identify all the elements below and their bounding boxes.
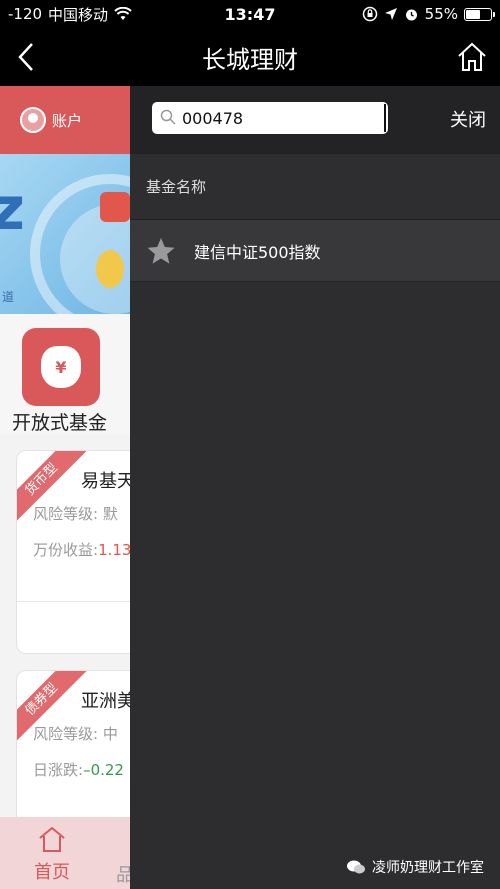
battery-fill	[466, 9, 481, 19]
balloon-icon	[96, 250, 124, 288]
results-header: 基金名称	[130, 154, 500, 220]
account-label: 账户	[52, 111, 83, 130]
page-title: 长城理财	[202, 46, 298, 74]
banner-text: 道	[2, 290, 15, 304]
location-icon	[384, 8, 397, 20]
fund-card-risk: 风险等级: 中	[33, 725, 118, 743]
search-input[interactable]	[182, 108, 380, 128]
home-tab-icon	[39, 826, 65, 852]
wifi-icon	[114, 7, 132, 20]
income-value: 1.13	[98, 541, 130, 559]
watermark: 凌师奶理财工作室	[346, 857, 484, 877]
fund-icon-tile: ¥	[22, 328, 100, 406]
rotation-lock-icon	[362, 6, 377, 22]
avatar-icon	[20, 107, 46, 133]
fund-name: 建信中证500指数	[194, 242, 321, 262]
status-bar: -120 中国移动 13:47 55%	[0, 0, 500, 28]
search-box[interactable]	[152, 102, 388, 134]
search-panel: 关闭 基金名称 建信中证500指数 凌师奶理财工作室	[130, 86, 500, 889]
fund-card-risk: 风险等级: 默	[33, 505, 118, 523]
watermark-text: 凌师奶理财工作室	[372, 860, 484, 876]
nav-bar: 长城理财	[0, 28, 500, 86]
signal-strength: -120	[8, 5, 43, 23]
tab-home[interactable]: 首页	[22, 825, 82, 884]
carrier-name: 中国移动	[48, 5, 109, 24]
fund-card-money[interactable]: 货币型 易基天 风险等级: 默 万份收益:1.13	[16, 450, 130, 654]
income-label: 日涨跌:	[33, 761, 84, 779]
close-button[interactable]: 关闭	[450, 106, 486, 132]
fund-card-income: 日涨跌:–0.22	[33, 759, 124, 780]
search-icon	[160, 109, 176, 125]
tab-products[interactable]: 品	[116, 861, 130, 887]
battery-percent: 55%	[424, 5, 458, 23]
star-icon[interactable]	[146, 236, 176, 266]
fund-card-name: 易基天	[81, 471, 130, 492]
battery-icon	[464, 7, 495, 21]
background-app: 账户 z 道 ¥ 开放式基金 货币型 易基天 风险等级: 默 万份收益:1.13…	[0, 86, 130, 889]
tab-home-label: 首页	[34, 862, 70, 883]
home-icon[interactable]	[456, 40, 488, 74]
result-row[interactable]: 建信中证500指数	[130, 220, 500, 282]
tab-bar: 首页 品	[0, 817, 130, 889]
banner-figure-graphic	[100, 192, 130, 222]
text-cursor	[384, 104, 386, 132]
search-bar: 关闭	[130, 86, 500, 154]
promo-banner[interactable]: z 道	[0, 154, 130, 314]
income-label: 万份收益:	[33, 541, 99, 559]
card-divider	[17, 601, 130, 602]
wechat-icon	[347, 860, 365, 874]
banner-heading: z	[0, 174, 25, 244]
income-value: –0.22	[83, 761, 124, 779]
account-header[interactable]: 账户	[0, 86, 130, 154]
fund-card-name: 亚洲美	[81, 691, 130, 712]
alarm-icon	[405, 9, 417, 20]
open-fund-entry[interactable]: ¥ 开放式基金	[0, 314, 130, 434]
fund-card-income: 万份收益:1.13	[33, 539, 130, 560]
open-fund-label: 开放式基金	[12, 412, 108, 434]
money-bag-icon: ¥	[41, 346, 81, 388]
